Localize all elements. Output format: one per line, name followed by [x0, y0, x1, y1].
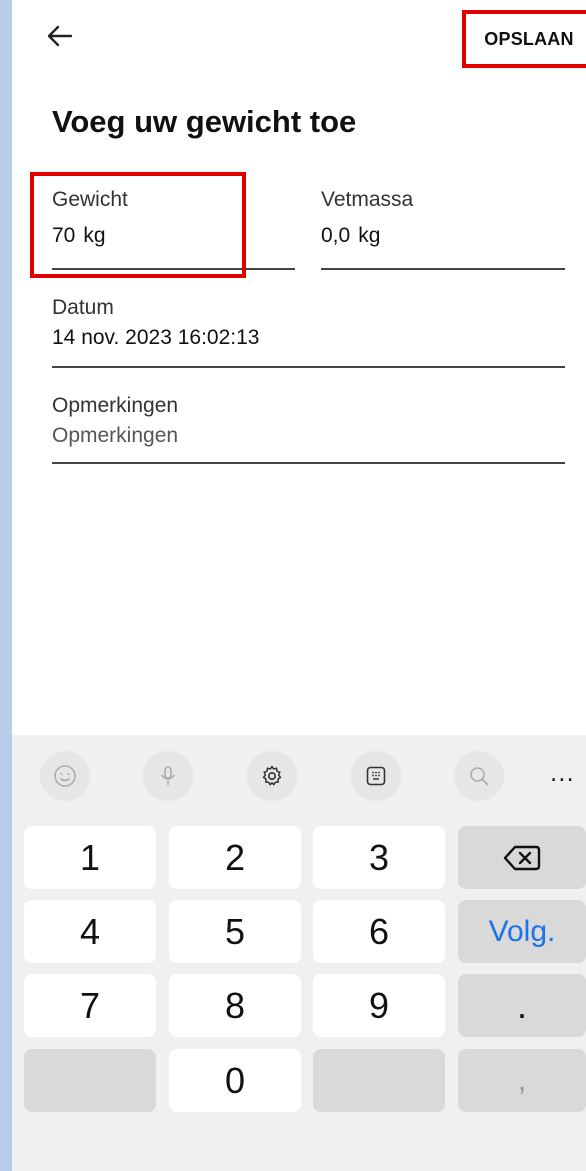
- microphone-icon: [160, 766, 176, 785]
- keypad-icon: [366, 766, 386, 786]
- fat-mass-label: Vetmassa: [321, 188, 414, 211]
- back-button[interactable]: [40, 16, 80, 56]
- key-1[interactable]: 1: [24, 826, 156, 889]
- keypad-button[interactable]: [351, 751, 401, 801]
- app-screen: OPSLAAN Voeg uw gewicht toe Gewicht 70 kg…: [12, 0, 586, 1171]
- settings-button[interactable]: [247, 751, 297, 801]
- key-8[interactable]: 8: [169, 974, 301, 1037]
- arrow-left-icon: [47, 25, 73, 47]
- comma-key[interactable]: ,: [458, 1049, 586, 1112]
- key-2[interactable]: 2: [169, 826, 301, 889]
- backspace-icon: [503, 845, 541, 870]
- empty-key: [313, 1049, 445, 1112]
- fat-mass-field[interactable]: Vetmassa 0,0 kg: [321, 188, 565, 271]
- date-field[interactable]: Datum 14 nov. 2023 16:02:13: [52, 296, 565, 368]
- numeric-keyboard: ... 1 2 3 4 5 6 Volg. 7 8 9 . 0 ,: [12, 735, 586, 1171]
- search-button[interactable]: [454, 751, 504, 801]
- save-button[interactable]: OPSLAAN: [462, 10, 586, 68]
- empty-key: [24, 1049, 156, 1112]
- notes-underline: [52, 462, 565, 464]
- date-underline: [52, 366, 565, 368]
- notes-field[interactable]: Opmerkingen Opmerkingen: [52, 394, 565, 466]
- key-5[interactable]: 5: [169, 900, 301, 963]
- key-4[interactable]: 4: [24, 900, 156, 963]
- date-value[interactable]: 14 nov. 2023 16:02:13: [52, 326, 565, 350]
- dot-key[interactable]: .: [458, 974, 586, 1037]
- notes-input[interactable]: Opmerkingen: [52, 424, 565, 448]
- key-0[interactable]: 0: [169, 1049, 301, 1112]
- microphone-button[interactable]: [143, 751, 193, 801]
- key-7[interactable]: 7: [24, 974, 156, 1037]
- fat-mass-input[interactable]: 0,0 kg: [321, 224, 565, 248]
- settings-icon: [262, 765, 282, 786]
- more-icon[interactable]: ...: [550, 757, 575, 788]
- highlight-box: [30, 172, 246, 278]
- keyboard-toolbar: ...: [12, 735, 586, 811]
- fat-mass-value: 0,0: [321, 224, 351, 247]
- emoji-icon: [54, 765, 76, 787]
- emoji-button[interactable]: [40, 751, 90, 801]
- page-title: Voeg uw gewicht toe: [52, 104, 357, 139]
- date-label: Datum: [52, 296, 114, 319]
- key-3[interactable]: 3: [313, 826, 445, 889]
- key-6[interactable]: 6: [313, 900, 445, 963]
- search-icon: [470, 767, 489, 786]
- key-9[interactable]: 9: [313, 974, 445, 1037]
- fat-mass-unit: kg: [358, 224, 381, 247]
- next-key[interactable]: Volg.: [458, 900, 586, 963]
- fat-mass-underline: [321, 268, 565, 270]
- backspace-key[interactable]: [458, 826, 586, 889]
- notes-label: Opmerkingen: [52, 394, 179, 417]
